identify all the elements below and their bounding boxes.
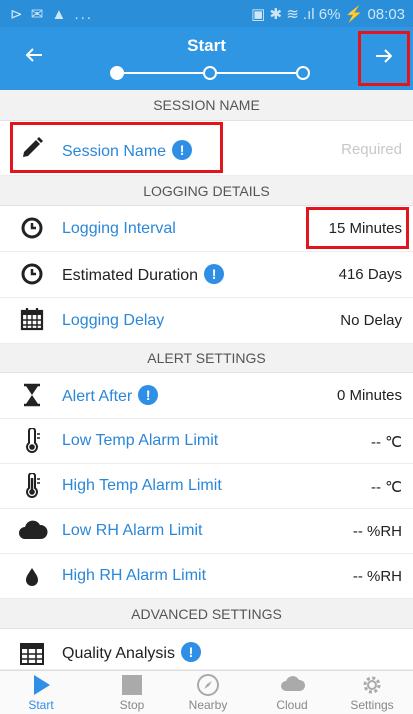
info-icon[interactable]: ! — [204, 264, 225, 284]
estimated-duration-label-text: Estimated Duration — [62, 267, 199, 284]
next-button[interactable] — [358, 31, 410, 86]
cloud-icon — [280, 673, 306, 697]
clock-icon — [20, 262, 46, 288]
calendar-icon — [20, 307, 46, 333]
info-icon[interactable]: ! — [138, 385, 159, 405]
clock-icon — [20, 216, 46, 242]
high-rh-alarm-value: -- %RH — [352, 568, 402, 585]
alert-after-row[interactable]: Alert After! 0 Minutes — [0, 373, 413, 419]
low-rh-alarm-label: Low RH Alarm Limit — [62, 522, 203, 539]
low-temp-alarm-row[interactable]: Low Temp Alarm Limit -- ℃ — [0, 419, 413, 464]
high-temp-alarm-value: -- ℃ — [370, 479, 402, 496]
play-icon — [29, 673, 53, 697]
step-connector — [124, 72, 203, 74]
alert-after-label: Alert After! — [62, 385, 159, 406]
nav-nearby[interactable]: Nearby — [167, 671, 249, 714]
cloud-icon — [18, 519, 48, 545]
grid-icon — [20, 641, 46, 667]
status-bar: ⊳ ✉ ▲ ... ▣ ✱ ≋ .ıl 6% ⚡ 08:03 — [0, 0, 413, 27]
low-temp-alarm-value: -- ℃ — [370, 434, 402, 451]
quality-analysis-label: Quality Analysis! — [62, 642, 201, 663]
low-rh-alarm-row[interactable]: Low RH Alarm Limit -- %RH — [0, 509, 413, 554]
section-header-advanced-settings: ADVANCED SETTINGS — [0, 599, 413, 629]
high-rh-alarm-row[interactable]: High RH Alarm Limit -- %RH — [0, 554, 413, 599]
highlight-box — [10, 122, 223, 173]
estimated-duration-label: Estimated Duration! — [62, 264, 225, 285]
droplet-icon — [20, 565, 46, 591]
step-dot-2 — [203, 66, 217, 80]
nav-stop-label: Stop — [119, 698, 145, 712]
status-bar-system-info: ▣ ✱ ≋ .ıl 6% ⚡ 08:03 — [251, 6, 405, 23]
gear-icon — [360, 673, 384, 697]
section-header-session-name: SESSION NAME — [0, 90, 413, 121]
thermometer-high-icon — [20, 472, 46, 499]
low-rh-alarm-value: -- %RH — [352, 523, 402, 540]
quality-analysis-row[interactable]: Quality Analysis! — [0, 629, 413, 670]
nav-cloud-label: Cloud — [276, 698, 308, 712]
section-header-logging-details: LOGGING DETAILS — [0, 176, 413, 206]
stop-icon — [120, 673, 144, 697]
high-temp-alarm-label: High Temp Alarm Limit — [62, 477, 222, 494]
nav-start-label: Start — [28, 698, 54, 712]
step-indicator — [110, 64, 310, 82]
thermometer-low-icon — [20, 427, 46, 454]
highlight-box — [306, 207, 409, 249]
estimated-duration-row[interactable]: Estimated Duration! 416 Days — [0, 252, 413, 298]
high-rh-alarm-label: High RH Alarm Limit — [62, 567, 207, 584]
bottom-navigation: Start Stop Nearby Cloud Settings — [0, 670, 413, 714]
step-connector — [217, 72, 296, 74]
nav-start[interactable]: Start — [0, 671, 82, 714]
nav-nearby-label: Nearby — [188, 698, 228, 712]
alert-after-value: 0 Minutes — [336, 387, 402, 404]
hourglass-icon — [20, 383, 46, 409]
status-bar-notification-icons: ⊳ ✉ ▲ ... — [10, 6, 93, 23]
nav-cloud[interactable]: Cloud — [251, 671, 333, 714]
nav-settings-label: Settings — [350, 698, 394, 712]
step-dot-3 — [296, 66, 310, 80]
app-header: Start — [0, 27, 413, 90]
nav-settings[interactable]: Settings — [331, 671, 413, 714]
estimated-duration-value: 416 Days — [338, 266, 402, 283]
nav-stop[interactable]: Stop — [91, 671, 173, 714]
logging-delay-row[interactable]: Logging Delay No Delay — [0, 298, 413, 344]
page-title: Start — [187, 36, 226, 55]
alert-after-label-text: Alert After — [62, 388, 133, 405]
low-temp-alarm-label: Low Temp Alarm Limit — [62, 432, 219, 449]
quality-analysis-label-text: Quality Analysis — [62, 645, 175, 662]
session-name-value: Required — [341, 141, 402, 158]
logging-delay-label: Logging Delay — [62, 312, 165, 329]
logging-interval-label: Logging Interval — [62, 220, 176, 237]
logging-delay-value: No Delay — [340, 312, 402, 329]
step-dot-1 — [110, 66, 124, 80]
forward-arrow-icon[interactable] — [361, 46, 407, 71]
high-temp-alarm-row[interactable]: High Temp Alarm Limit -- ℃ — [0, 464, 413, 509]
compass-icon — [196, 673, 220, 697]
info-icon[interactable]: ! — [180, 642, 201, 662]
section-header-alert-settings: ALERT SETTINGS — [0, 344, 413, 373]
